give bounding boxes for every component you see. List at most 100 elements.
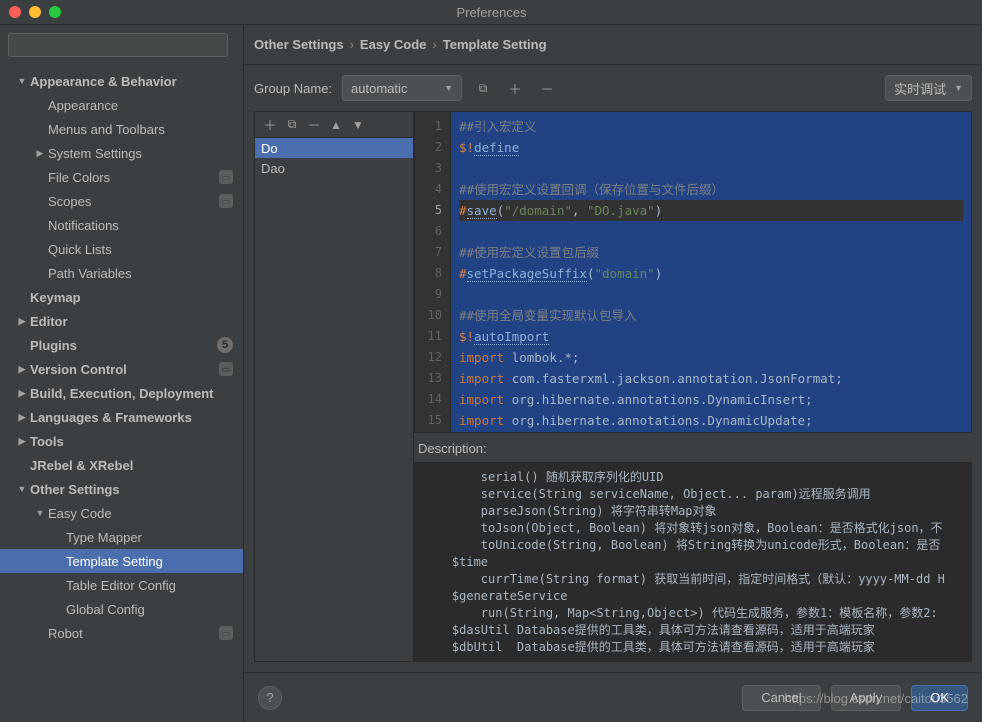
apply-button[interactable]: Apply (831, 685, 902, 711)
chevron-right-icon: › (432, 37, 436, 52)
chevron-down-icon: ▼ (14, 76, 30, 86)
sidebar-item-label: Robot (48, 626, 215, 641)
chevron-right-icon: ▶ (14, 316, 30, 327)
search-input[interactable] (8, 33, 228, 57)
chevron-down-icon: ▼ (14, 484, 30, 494)
sidebar-item-label: Easy Code (48, 506, 233, 521)
chevron-right-icon: ▶ (32, 148, 48, 159)
realtime-debug-combo[interactable]: 实时调试 ▼ (885, 75, 972, 101)
template-list-panel: ＋ ⧉ － ▲ ▼ DoDao (254, 111, 414, 662)
sidebar-item[interactable]: File Colors ▭ (0, 165, 243, 189)
sidebar-item-label: Languages & Frameworks (30, 410, 233, 425)
chevron-down-icon: ▼ (954, 83, 963, 93)
window-controls (0, 6, 61, 18)
sidebar-item[interactable]: Plugins5 (0, 333, 243, 357)
settings-tree[interactable]: ▼Appearance & BehaviorAppearanceMenus an… (0, 65, 243, 722)
sidebar-item[interactable]: ▶Editor (0, 309, 243, 333)
sidebar-item[interactable]: Global Config (0, 597, 243, 621)
cancel-button[interactable]: Cancel (742, 685, 820, 711)
sidebar-item[interactable]: Type Mapper (0, 525, 243, 549)
sidebar-item-label: Scopes (48, 194, 215, 209)
sidebar-item-label: Appearance (48, 98, 233, 113)
titlebar: Preferences (0, 0, 982, 25)
sidebar-item[interactable]: Robot ▭ (0, 621, 243, 645)
sidebar-item-label: Appearance & Behavior (30, 74, 233, 89)
sidebar-item[interactable]: JRebel & XRebel (0, 453, 243, 477)
sidebar-item[interactable]: Quick Lists (0, 237, 243, 261)
code-editor[interactable]: 12345678910111213141516 ##引入宏定义$!define … (414, 111, 972, 433)
sidebar-item-label: Other Settings (30, 482, 233, 497)
sidebar-item[interactable]: Keymap (0, 285, 243, 309)
close-window-icon[interactable] (9, 6, 21, 18)
sidebar-item[interactable]: Menus and Toolbars (0, 117, 243, 141)
sidebar-item-label: Type Mapper (66, 530, 233, 545)
sidebar-item-label: Version Control (30, 362, 215, 377)
sidebar-item-label: Path Variables (48, 266, 233, 281)
sidebar-item[interactable]: Appearance (0, 93, 243, 117)
breadcrumb-item: Template Setting (443, 37, 547, 52)
sidebar-item-label: System Settings (48, 146, 233, 161)
sidebar-item[interactable]: ▶System Settings (0, 141, 243, 165)
sidebar-item-label: Editor (30, 314, 233, 329)
sidebar-item[interactable]: Table Editor Config (0, 573, 243, 597)
window-title: Preferences (61, 5, 922, 20)
copy-template-button[interactable]: ⧉ (281, 114, 303, 136)
sidebar-item[interactable]: ▶Build, Execution, Deployment (0, 381, 243, 405)
sidebar-item[interactable]: Scopes ▭ (0, 189, 243, 213)
line-gutter: 12345678910111213141516 (415, 112, 451, 432)
list-item[interactable]: Do (255, 138, 413, 158)
project-scope-icon: ▭ (219, 362, 233, 376)
group-toolbar: Group Name: automatic ▼ ⧉ ＋ － 实时调试 ▼ (244, 65, 982, 111)
remove-group-button[interactable]: － (536, 77, 558, 99)
group-name-label: Group Name: (254, 81, 332, 96)
sidebar-item[interactable]: Path Variables (0, 261, 243, 285)
project-scope-icon: ▭ (219, 170, 233, 184)
copy-group-button[interactable]: ⧉ (472, 77, 494, 99)
sidebar-item[interactable]: Notifications (0, 213, 243, 237)
minimize-window-icon[interactable] (29, 6, 41, 18)
sidebar-item-label: JRebel & XRebel (30, 458, 233, 473)
sidebar-item-label: Plugins (30, 338, 217, 353)
sidebar-item-label: Notifications (48, 218, 233, 233)
sidebar-item-label: Table Editor Config (66, 578, 233, 593)
project-scope-icon: ▭ (219, 194, 233, 208)
add-template-button[interactable]: ＋ (259, 114, 281, 136)
sidebar-item[interactable]: ▶Version Control ▭ (0, 357, 243, 381)
add-group-button[interactable]: ＋ (504, 77, 526, 99)
sidebar-item[interactable]: ▶Tools (0, 429, 243, 453)
help-button[interactable]: ? (258, 686, 282, 710)
move-down-button[interactable]: ▼ (347, 114, 369, 136)
ok-button[interactable]: OK (911, 685, 968, 711)
list-item[interactable]: Dao (255, 158, 413, 178)
maximize-window-icon[interactable] (49, 6, 61, 18)
sidebar-item-label: Menus and Toolbars (48, 122, 233, 137)
sidebar-item-label: File Colors (48, 170, 215, 185)
template-list-toolbar: ＋ ⧉ － ▲ ▼ (254, 111, 414, 137)
chevron-right-icon: ▶ (14, 388, 30, 399)
sidebar-item-label: Template Setting (66, 554, 233, 569)
remove-template-button[interactable]: － (303, 114, 325, 136)
chevron-right-icon: ▶ (14, 436, 30, 447)
sidebar-item-label: Global Config (66, 602, 233, 617)
sidebar-item[interactable]: ▶Languages & Frameworks (0, 405, 243, 429)
description-label: Description: (414, 433, 972, 462)
sidebar-item[interactable]: Template Setting (0, 549, 243, 573)
move-up-button[interactable]: ▲ (325, 114, 347, 136)
project-scope-icon: ▭ (219, 626, 233, 640)
code-area[interactable]: ##引入宏定义$!define ##使用宏定义设置回调（保存位置与文件后缀）#s… (451, 112, 971, 432)
chevron-down-icon: ▼ (32, 508, 48, 518)
sidebar-item[interactable]: ▼Easy Code (0, 501, 243, 525)
breadcrumb-item[interactable]: Easy Code (360, 37, 426, 52)
template-list[interactable]: DoDao (254, 137, 414, 662)
breadcrumb: Other Settings › Easy Code › Template Se… (244, 25, 982, 65)
chevron-right-icon: › (350, 37, 354, 52)
chevron-down-icon: ▼ (444, 83, 453, 93)
sidebar-item[interactable]: ▼Appearance & Behavior (0, 69, 243, 93)
chevron-right-icon: ▶ (14, 364, 30, 375)
group-name-combo[interactable]: automatic ▼ (342, 75, 462, 101)
sidebar-item[interactable]: ▼Other Settings (0, 477, 243, 501)
breadcrumb-item[interactable]: Other Settings (254, 37, 344, 52)
description-box[interactable]: serial() 随机获取序列化的UID service(String serv… (414, 462, 972, 662)
sidebar-item-label: Keymap (30, 290, 233, 305)
dialog-footer: ? Cancel Apply OK (244, 672, 982, 722)
